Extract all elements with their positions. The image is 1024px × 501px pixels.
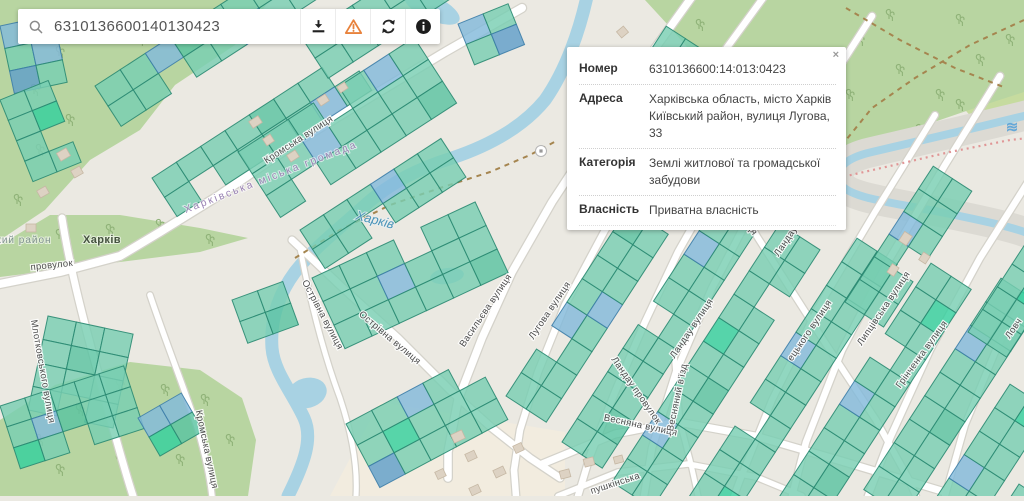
row-value: 6310136600:14:013:0423 (649, 61, 836, 78)
parcel-info-popup: × Номер 6310136600:14:013:0423 Адреса Ха… (567, 47, 846, 230)
info-icon (415, 18, 432, 35)
warning-button[interactable] (335, 9, 370, 44)
row-label: Власність (579, 202, 649, 219)
warning-icon (344, 18, 363, 35)
water-symbol: ≋ (1006, 119, 1019, 136)
search-field-area[interactable] (18, 9, 300, 44)
popup-row-address: Адреса Харківська область, місто Харків … (579, 85, 836, 149)
popup-row-number: Номер 6310136600:14:013:0423 (579, 55, 836, 85)
refresh-icon (380, 18, 397, 35)
building (26, 224, 36, 232)
refresh-button[interactable] (370, 9, 405, 44)
map-svg: Кромська вулицяпровулокМлотковського вул… (0, 0, 1024, 496)
download-button[interactable] (300, 9, 335, 44)
district-label: кий район (0, 235, 52, 246)
download-icon (310, 18, 327, 35)
row-value: Приватна власність (649, 202, 836, 219)
poi-marker-dot (539, 149, 542, 152)
row-label: Номер (579, 61, 649, 78)
popup-row-category: Категорія Землі житлової та громадської … (579, 149, 836, 196)
row-value: Харківська область, місто Харків Київськ… (649, 91, 836, 142)
popup-row-ownership: Власність Приватна власність (579, 196, 836, 226)
search-bar (18, 9, 440, 44)
info-button[interactable] (405, 9, 440, 44)
map-canvas[interactable]: Кромська вулицяпровулокМлотковського вул… (0, 0, 1024, 496)
row-value: Землі житлової та громадської забудови (649, 155, 836, 189)
row-label: Адреса (579, 91, 649, 142)
search-input[interactable] (52, 17, 300, 36)
close-icon[interactable]: × (833, 49, 839, 61)
search-icon (28, 19, 44, 35)
row-label: Категорія (579, 155, 649, 189)
place-label: Харків (83, 234, 121, 246)
